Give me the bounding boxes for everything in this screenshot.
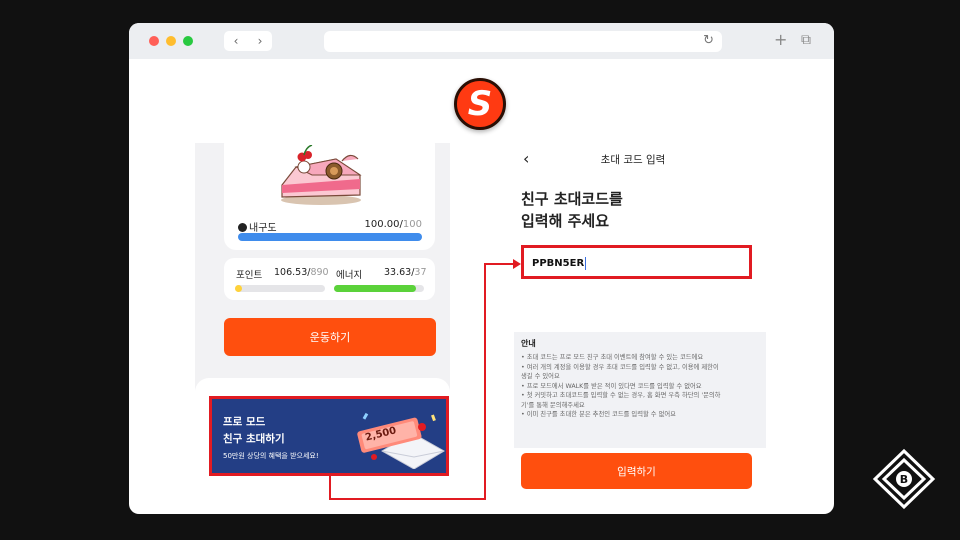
points-value-group: 106.53/890 xyxy=(274,267,329,278)
guide-item: 기'를 통해 문의해주세요 xyxy=(521,401,585,409)
submit-button[interactable]: 입력하기 xyxy=(521,453,752,489)
points-bar xyxy=(235,285,325,292)
invite-friends-banner[interactable]: 프로 모드 친구 초대하기 50만원 상당의 혜택을 받으세요! 2,500 xyxy=(209,396,449,476)
guide-item: 생길 수 있어요 xyxy=(521,373,560,380)
back-arrow-icon[interactable]: ‹ xyxy=(234,34,239,48)
durability-value: 100.00 xyxy=(364,219,400,230)
guide-item: • 초대 코드는 프로 모드 친구 초대 이벤트에 참여할 수 있는 코드에요 xyxy=(521,354,704,361)
invite-code-input[interactable] xyxy=(532,253,732,273)
points-value: 106.53 xyxy=(274,267,308,278)
new-tab-icon[interactable]: + xyxy=(774,30,787,49)
durability-label-group: 내구도 xyxy=(238,219,277,234)
heading-line-1: 친구 초대코드를 xyxy=(521,190,623,208)
run-button[interactable]: 운동하기 xyxy=(224,318,436,356)
energy-bar-fill xyxy=(334,285,416,292)
energy-bar xyxy=(334,285,424,292)
screen-title: 초대 코드 입력 xyxy=(600,154,666,166)
guide-item: • 이미 친구를 초대한 분은 추천인 코드를 입력할 수 없어요 xyxy=(521,411,676,418)
brand-logo-letter: B xyxy=(900,473,908,486)
text-caret xyxy=(585,257,586,270)
energy-value: 33.63 xyxy=(384,267,412,278)
brand-watermark-logo: B xyxy=(872,448,936,510)
points-label: 포인트 xyxy=(236,270,263,281)
shoe-card[interactable]: 내구도 100.00/100 xyxy=(224,143,435,250)
energy-value-group: 33.63/37 xyxy=(384,267,427,278)
energy-label: 에너지 xyxy=(336,270,363,281)
app-logo: S xyxy=(454,78,506,130)
guide-box: 안내 • 초대 코드는 프로 모드 친구 초대 이벤트에 참여할 수 있는 코드… xyxy=(514,332,766,448)
app-logo-letter: S xyxy=(467,84,493,124)
points-bar-fill xyxy=(235,285,243,292)
guide-title: 안내 xyxy=(521,339,536,348)
durability-row: 내구도 100.00/100 xyxy=(238,219,422,234)
durability-icon xyxy=(238,223,247,232)
banner-subtitle: 50만원 상당의 혜택을 받으세요! xyxy=(223,452,319,460)
maximize-window-button[interactable] xyxy=(183,36,193,46)
guide-item: • 여러 개의 계정을 이용할 경우 초대 코드를 입력할 수 없고, 이용에 … xyxy=(521,363,719,371)
right-phone-screen: ‹ 초대 코드 입력 친구 초대코드를 입력해 주세요 안내 • 초대 코드는 … xyxy=(501,143,766,489)
points-max: 890 xyxy=(310,267,329,278)
heading-line-2: 입력해 주세요 xyxy=(521,212,610,230)
navigation-buttons: ‹ › xyxy=(224,31,272,51)
banner-title-line-1: 프로 모드 xyxy=(223,416,266,428)
invite-code-field[interactable] xyxy=(521,245,752,279)
close-window-button[interactable] xyxy=(149,36,159,46)
durability-bar xyxy=(238,233,422,241)
guide-item: • 프로 모드에서 WALK를 받은 적이 있다면 코드를 입력할 수 없어요 xyxy=(521,382,702,390)
stat-card: 포인트 106.53/890 에너지 33.63/37 xyxy=(224,258,435,300)
durability-max: 100 xyxy=(402,219,422,230)
minimize-window-button[interactable] xyxy=(166,36,176,46)
cake-shoe-image xyxy=(281,145,362,205)
energy-max: 37 xyxy=(414,267,427,278)
guide-item: • 첫 커밋하고 초대코드를 입력할 수 없는 경우, 홈 화면 우측 하단의 … xyxy=(521,392,721,399)
browser-title-bar: ‹ › ↻ + ⧉ xyxy=(129,23,834,59)
forward-arrow-icon[interactable]: › xyxy=(258,34,263,48)
guide-list: • 초대 코드는 프로 모드 친구 초대 이벤트에 참여할 수 있는 코드에요 … xyxy=(521,353,759,420)
banner-title-line-2: 친구 초대하기 xyxy=(223,433,285,445)
durability-value-group: 100.00/100 xyxy=(364,219,422,230)
address-bar[interactable]: ↻ xyxy=(324,31,722,52)
tab-overview-icon[interactable]: ⧉ xyxy=(801,32,811,48)
reload-icon[interactable]: ↻ xyxy=(703,33,714,48)
